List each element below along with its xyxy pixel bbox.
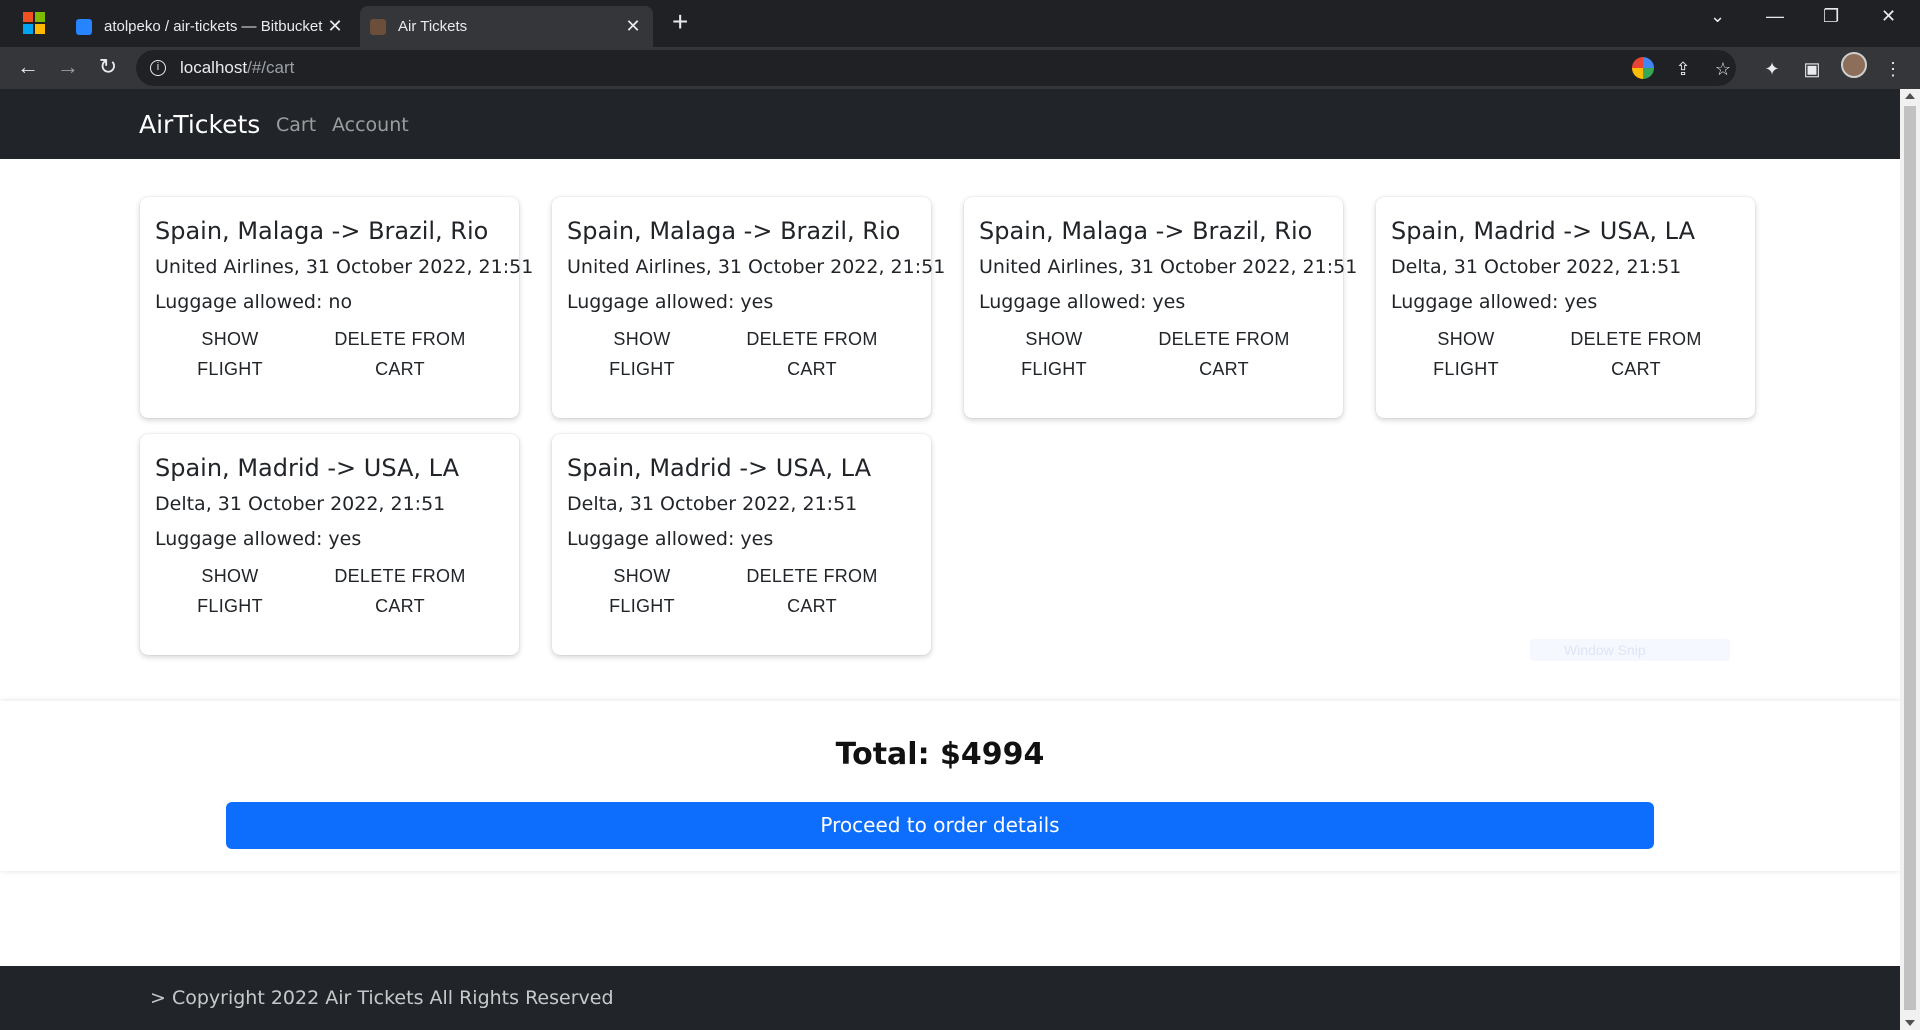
proceed-to-order-button[interactable]: Proceed to order details — [226, 802, 1654, 849]
ticket-luggage: Luggage allowed: yes — [155, 528, 362, 550]
browser-tab-air-tickets[interactable]: Air Tickets ✕ — [360, 6, 653, 47]
close-window-button[interactable]: ✕ — [1881, 6, 1896, 27]
ticket-route: Spain, Malaga -> Brazil, Rio — [567, 217, 901, 245]
page-viewport: AirTickets Cart Account Spain, Malaga ->… — [0, 89, 1900, 1030]
ticket-route: Spain, Madrid -> USA, LA — [155, 454, 460, 482]
browser-tab-bar: atolpeko / air-tickets — Bitbucket ✕ Air… — [0, 0, 1920, 47]
ticket-luggage: Luggage allowed: yes — [567, 528, 774, 550]
page-scrollbar[interactable] — [1900, 89, 1920, 1030]
cart-ticket-card: Spain, Malaga -> Brazil, Rio United Airl… — [140, 197, 533, 418]
cart-total: Total: $4994 — [835, 737, 1045, 772]
reload-icon[interactable]: ↻ — [96, 55, 120, 79]
side-panel-icon[interactable]: ▣ — [1801, 58, 1823, 80]
site-favicon-icon — [370, 18, 386, 35]
ticket-airline-date: Delta, 31 October 2022, 21:51 — [567, 493, 858, 515]
ticket-airline-date: United Airlines, 31 October 2022, 21:51 — [567, 256, 946, 278]
cart-ticket-card: Spain, Malaga -> Brazil, Rio United Airl… — [552, 197, 945, 418]
close-tab-icon[interactable]: ✕ — [623, 16, 643, 37]
ticket-airline-date: United Airlines, 31 October 2022, 21:51 — [979, 256, 1358, 278]
bookmark-star-icon[interactable]: ☆ — [1712, 58, 1734, 80]
delete-from-cart-button[interactable]: DELETE FROM CART — [727, 561, 897, 621]
tab-title: atolpeko / air-tickets — Bitbucket — [104, 18, 323, 35]
copyright-text: > Copyright 2022 Air Tickets All Rights … — [150, 987, 614, 1009]
tab-search-icon[interactable]: ⌄ — [1710, 6, 1725, 27]
page-footer: > Copyright 2022 Air Tickets All Rights … — [0, 966, 1900, 1030]
scrollbar-thumb[interactable] — [1904, 106, 1916, 1010]
ticket-luggage: Luggage allowed: yes — [1391, 291, 1598, 313]
delete-from-cart-button[interactable]: DELETE FROM CART — [1551, 324, 1721, 384]
brand-link[interactable]: AirTickets — [139, 110, 260, 139]
delete-from-cart-button[interactable]: DELETE FROM CART — [727, 324, 897, 384]
forward-arrow-icon[interactable]: → — [56, 55, 80, 79]
new-tab-button[interactable]: + — [672, 8, 688, 36]
browser-toolbar: ← → ↻ i localhost/#/cart ⇪ ☆ ✦ ▣ ⋮ — [0, 47, 1920, 89]
cart-ticket-card: Spain, Malaga -> Brazil, Rio United Airl… — [964, 197, 1357, 418]
nav-link-cart[interactable]: Cart — [276, 114, 316, 136]
ticket-route: Spain, Madrid -> USA, LA — [567, 454, 872, 482]
bitbucket-icon — [76, 18, 92, 35]
cart-ticket-card: Spain, Madrid -> USA, LA Delta, 31 Octob… — [552, 434, 931, 655]
cart-ticket-card: Spain, Madrid -> USA, LA Delta, 31 Octob… — [140, 434, 519, 655]
show-flight-button[interactable]: SHOW FLIGHT — [597, 561, 687, 621]
delete-from-cart-button[interactable]: DELETE FROM CART — [1139, 324, 1309, 384]
ticket-luggage: Luggage allowed: yes — [567, 291, 774, 313]
ticket-airline-date: United Airlines, 31 October 2022, 21:51 — [155, 256, 534, 278]
app-navbar: AirTickets Cart Account — [0, 89, 1900, 159]
scroll-up-arrow-icon[interactable] — [1905, 93, 1915, 99]
ticket-route: Spain, Malaga -> Brazil, Rio — [979, 217, 1313, 245]
nav-link-account[interactable]: Account — [332, 114, 409, 136]
address-bar[interactable]: i localhost/#/cart — [136, 50, 1736, 86]
delete-from-cart-button[interactable]: DELETE FROM CART — [315, 561, 485, 621]
site-info-icon[interactable]: i — [150, 60, 166, 76]
share-icon[interactable]: ⇪ — [1672, 58, 1694, 80]
window-snip-overlay: Window Snip — [1530, 639, 1730, 661]
restore-button[interactable]: ❐ — [1823, 6, 1839, 27]
windows-logo-icon[interactable] — [23, 12, 45, 34]
back-arrow-icon[interactable]: ← — [16, 55, 40, 79]
browser-menu-icon[interactable]: ⋮ — [1882, 58, 1904, 80]
minimize-button[interactable]: — — [1766, 6, 1784, 27]
show-flight-button[interactable]: SHOW FLIGHT — [185, 324, 275, 384]
show-flight-button[interactable]: SHOW FLIGHT — [185, 561, 275, 621]
cart-ticket-card: Spain, Madrid -> USA, LA Delta, 31 Octob… — [1376, 197, 1755, 418]
show-flight-button[interactable]: SHOW FLIGHT — [597, 324, 687, 384]
profile-avatar[interactable] — [1841, 52, 1867, 78]
browser-tab-bitbucket[interactable]: atolpeko / air-tickets — Bitbucket ✕ — [66, 6, 355, 47]
show-flight-button[interactable]: SHOW FLIGHT — [1009, 324, 1099, 384]
ticket-luggage: Luggage allowed: no — [155, 291, 353, 313]
ticket-route: Spain, Malaga -> Brazil, Rio — [155, 217, 489, 245]
tab-title: Air Tickets — [398, 18, 468, 35]
scroll-down-arrow-icon[interactable] — [1905, 1020, 1915, 1026]
google-icon[interactable] — [1632, 57, 1654, 79]
delete-from-cart-button[interactable]: DELETE FROM CART — [315, 324, 485, 384]
cart-summary: Total: $4994 Proceed to order details — [0, 701, 1900, 871]
show-flight-button[interactable]: SHOW FLIGHT — [1421, 324, 1511, 384]
ticket-luggage: Luggage allowed: yes — [979, 291, 1186, 313]
extensions-icon[interactable]: ✦ — [1761, 58, 1783, 80]
ticket-airline-date: Delta, 31 October 2022, 21:51 — [155, 493, 446, 515]
ticket-airline-date: Delta, 31 October 2022, 21:51 — [1391, 256, 1682, 278]
close-tab-icon[interactable]: ✕ — [325, 16, 345, 37]
url-text: localhost/#/cart — [180, 58, 295, 77]
ticket-route: Spain, Madrid -> USA, LA — [1391, 217, 1696, 245]
